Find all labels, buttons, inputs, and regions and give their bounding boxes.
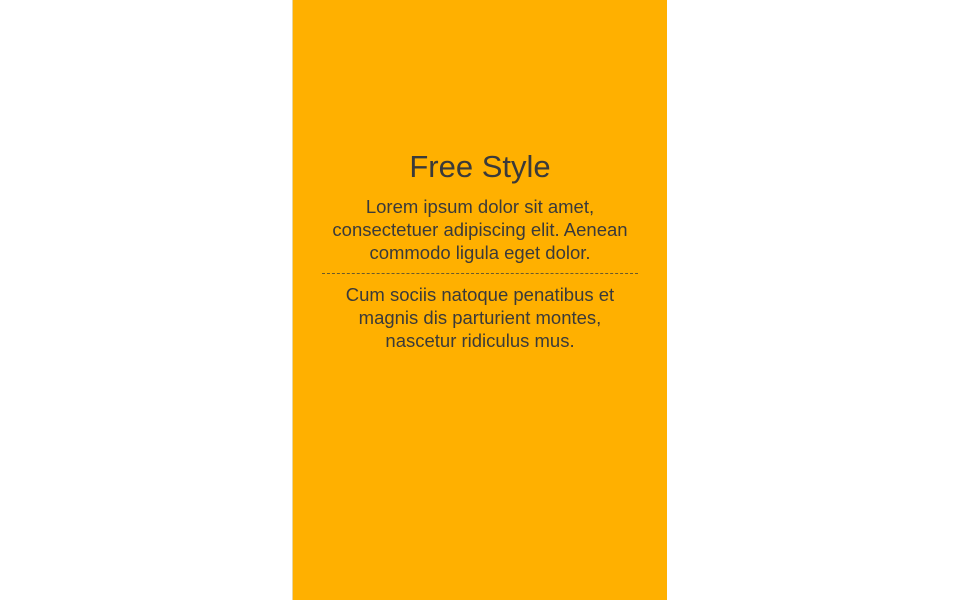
- card-content: Free Style Lorem ipsum dolor sit amet, c…: [322, 149, 638, 352]
- card-description-secondary: Cum sociis natoque penatibus et magnis d…: [345, 284, 615, 351]
- card-title: Free Style: [409, 149, 551, 184]
- card-description-primary: Lorem ipsum dolor sit amet, consectetuer…: [332, 196, 628, 263]
- free-style-card: Free Style Lorem ipsum dolor sit amet, c…: [292, 0, 667, 600]
- page-background: Free Style Lorem ipsum dolor sit amet, c…: [0, 0, 960, 600]
- dashed-divider: [322, 273, 638, 274]
